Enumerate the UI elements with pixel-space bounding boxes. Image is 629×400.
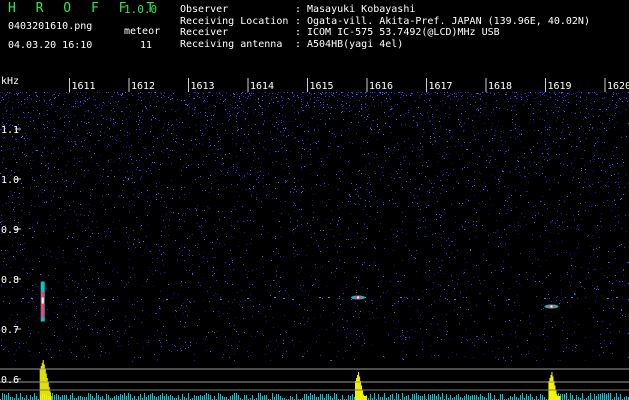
x-tick-label-1620: 1620 (607, 81, 629, 92)
y-tick-label-0.8: 0.8 (1, 275, 19, 286)
x-tick-label-1617: 1617 (429, 81, 453, 92)
y-tick-label-0.9: 0.9 (1, 225, 19, 236)
meteor-echo-3 (544, 304, 559, 309)
x-tick-label-1612: 1612 (131, 81, 155, 92)
x-tick-label-1611: 1611 (72, 81, 96, 92)
x-tick-label-1615: 1615 (310, 81, 334, 92)
y-tick-label-0.6: 0.6 (1, 375, 19, 386)
meteor-echo-2 (351, 295, 366, 300)
y-tick-label-0.7: 0.7 (1, 325, 19, 336)
x-tick-label-1614: 1614 (250, 81, 274, 92)
x-tick-label-1613: 1613 (191, 81, 215, 92)
y-tick-label-1.1: 1.1 (1, 125, 19, 136)
x-tick-label-1618: 1618 (488, 81, 512, 92)
meteor-echo-1 (40, 281, 45, 322)
spectrogram: kHz 1611 1612 1613 1614 1615 1616 1617 1618 1619… (0, 70, 629, 400)
y-tick-label-1.0: 1.0 (1, 175, 19, 186)
spectrogram-background (0, 70, 629, 400)
freq-unit-label: kHz (1, 76, 19, 87)
x-tick-label-1619: 1619 (548, 81, 572, 92)
x-tick-label-1616: 1616 (369, 81, 393, 92)
